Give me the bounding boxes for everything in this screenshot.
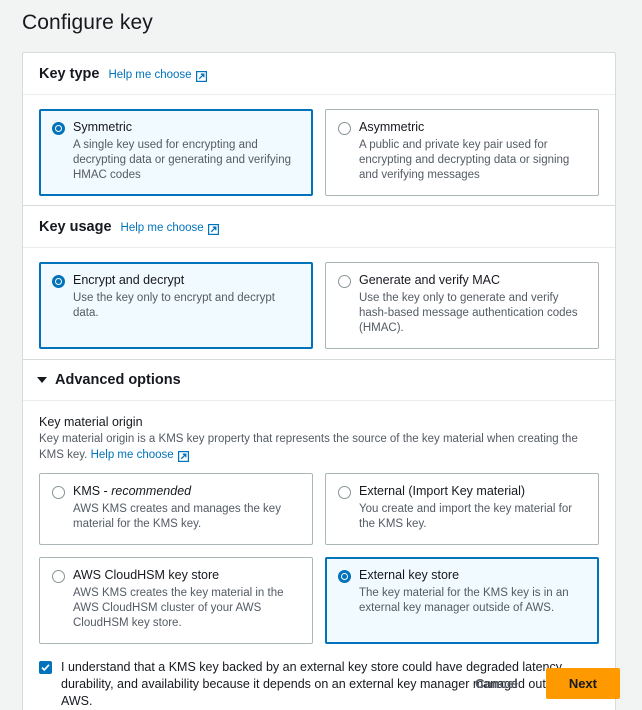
key-usage-options: Encrypt and decrypt Use the key only to … (39, 262, 599, 349)
page-title: Configure key (22, 11, 153, 34)
external-link-icon (195, 70, 207, 82)
advanced-options-card: Advanced options Key material origin Key… (22, 359, 616, 710)
chevron-down-icon (37, 377, 47, 383)
radio-icon-generate-verify-mac[interactable] (338, 275, 351, 288)
key-usage-option-generate-verify-mac-description: Use the key only to generate and verify … (359, 292, 578, 334)
key-material-origin-option-external-import-label: External (Import Key material) (359, 484, 526, 498)
key-material-origin-option-cloudhsm[interactable]: AWS CloudHSM key store AWS KMS creates t… (39, 557, 313, 644)
advanced-options-toggle[interactable]: Advanced options (23, 360, 615, 401)
configure-key-page: Configure key Key type Help me choose Sy… (0, 0, 642, 710)
radio-icon-cloudhsm[interactable] (52, 570, 65, 583)
key-type-card: Key type Help me choose Symmetric A sing… (22, 52, 616, 213)
radio-icon-asymmetric[interactable] (338, 122, 351, 135)
key-usage-title: Key usage (39, 219, 112, 235)
key-usage-help-label: Help me choose (120, 222, 204, 234)
key-type-body: Symmetric A single key used for encrypti… (23, 95, 615, 212)
key-usage-option-generate-verify-mac-label: Generate and verify MAC (359, 273, 501, 287)
advanced-options-title: Advanced options (55, 372, 181, 388)
key-usage-header: Key usage Help me choose (23, 206, 615, 248)
key-material-origin-option-cloudhsm-description: AWS KMS creates the key material in the … (73, 587, 284, 629)
radio-icon-external-key-store[interactable] (338, 570, 351, 583)
radio-icon-external-import[interactable] (338, 486, 351, 499)
key-type-title: Key type (39, 66, 100, 82)
key-material-origin-option-external-import[interactable]: External (Import Key material) You creat… (325, 473, 599, 545)
external-link-icon (207, 223, 219, 235)
key-usage-help-link[interactable]: Help me choose (120, 222, 219, 235)
kms-label-emphasis: recommended (111, 484, 192, 498)
key-material-origin-option-external-key-store-label: External key store (359, 568, 460, 582)
next-button[interactable]: Next (545, 668, 620, 699)
radio-icon-symmetric[interactable] (52, 122, 65, 135)
key-material-origin-option-external-import-description: You create and import the key material f… (359, 503, 573, 530)
key-usage-option-encrypt-decrypt-label: Encrypt and decrypt (73, 273, 185, 287)
key-usage-card: Key usage Help me choose Encrypt and dec… (22, 205, 616, 366)
key-type-option-asymmetric-label: Asymmetric (359, 120, 425, 134)
key-type-help-link[interactable]: Help me choose (108, 69, 207, 82)
key-material-origin-option-cloudhsm-label: AWS CloudHSM key store (73, 568, 220, 582)
key-material-origin-help-label: Help me choose (90, 449, 174, 461)
key-type-option-symmetric-label: Symmetric (73, 120, 133, 134)
key-type-option-asymmetric-description: A public and private key pair used for e… (359, 139, 570, 181)
key-usage-option-encrypt-decrypt[interactable]: Encrypt and decrypt Use the key only to … (39, 262, 313, 349)
key-usage-body: Encrypt and decrypt Use the key only to … (23, 248, 615, 365)
key-type-options: Symmetric A single key used for encrypti… (39, 109, 599, 196)
footer-actions: Cancel Next (465, 668, 620, 699)
advanced-options-body: Key material origin Key material origin … (23, 401, 615, 710)
key-material-origin-label: Key material origin (39, 415, 143, 429)
radio-icon-encrypt-decrypt[interactable] (52, 275, 65, 288)
key-usage-option-generate-verify-mac[interactable]: Generate and verify MAC Use the key only… (325, 262, 599, 349)
key-material-origin-row-2: AWS CloudHSM key store AWS KMS creates t… (39, 557, 599, 644)
key-usage-option-encrypt-decrypt-description: Use the key only to encrypt and decrypt … (73, 292, 275, 319)
key-material-origin-option-external-key-store-description: The key material for the KMS key is in a… (359, 587, 569, 614)
cancel-button[interactable]: Cancel (465, 670, 528, 697)
external-link-icon (177, 450, 189, 462)
key-material-origin-help-link[interactable]: Help me choose (91, 447, 189, 463)
kms-label-text: KMS - (73, 484, 112, 498)
radio-icon-kms[interactable] (52, 486, 65, 499)
key-material-origin-option-external-key-store[interactable]: External key store The key material for … (325, 557, 599, 644)
key-type-help-label: Help me choose (108, 69, 192, 81)
key-material-origin-option-kms[interactable]: KMS - recommended AWS KMS creates and ma… (39, 473, 313, 545)
key-material-origin-row-1: KMS - recommended AWS KMS creates and ma… (39, 473, 599, 545)
key-material-origin-description: Key material origin is a KMS key propert… (39, 431, 599, 463)
key-type-option-symmetric[interactable]: Symmetric A single key used for encrypti… (39, 109, 313, 196)
key-material-origin-option-kms-description: AWS KMS creates and manages the key mate… (73, 503, 281, 530)
key-type-option-asymmetric[interactable]: Asymmetric A public and private key pair… (325, 109, 599, 196)
key-type-header: Key type Help me choose (23, 53, 615, 95)
key-material-origin-option-kms-label: KMS - recommended (73, 484, 191, 499)
acknowledgement-checkbox[interactable] (39, 661, 52, 674)
key-type-option-symmetric-description: A single key used for encrypting and dec… (73, 139, 292, 181)
